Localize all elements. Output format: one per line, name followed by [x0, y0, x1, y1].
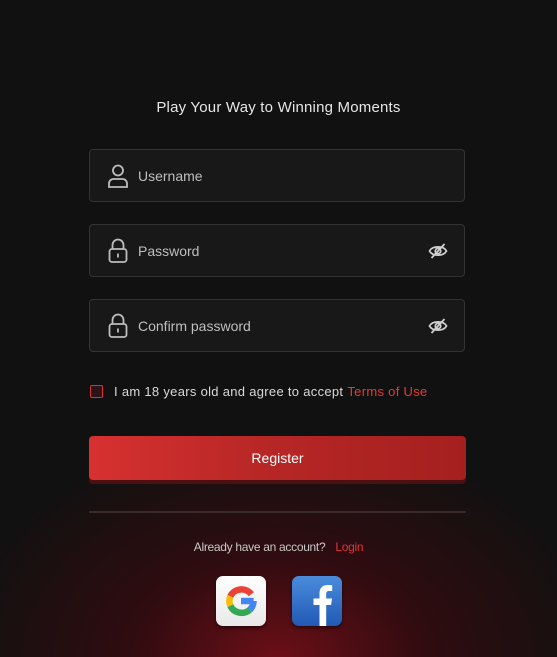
agree-row: I am 18 years old and agree to accept Te… [90, 383, 428, 399]
lock-icon [106, 313, 130, 339]
username-input[interactable] [138, 150, 408, 201]
username-field[interactable] [89, 149, 465, 202]
terms-of-use-link[interactable]: Terms of Use [347, 384, 427, 399]
divider [89, 511, 466, 513]
lock-icon [106, 238, 130, 264]
facebook-login-button[interactable] [292, 576, 342, 626]
login-row: Already have an account? Login [0, 540, 557, 554]
login-prompt: Already have an account? [193, 540, 326, 554]
agree-checkbox[interactable] [90, 384, 103, 398]
agree-text: I am 18 years old and agree to accept [114, 383, 344, 399]
facebook-icon [292, 576, 342, 626]
confirm-password-input[interactable] [138, 300, 408, 351]
page-title: Play Your Way to Winning Moments [156, 99, 401, 116]
password-input[interactable] [138, 225, 408, 276]
login-link[interactable]: Login [335, 540, 363, 554]
eye-slash-icon[interactable] [428, 316, 448, 336]
confirm-password-field[interactable] [89, 299, 465, 352]
register-button[interactable]: Register [89, 436, 466, 480]
user-icon [106, 163, 130, 189]
password-field[interactable] [89, 224, 465, 277]
eye-slash-icon[interactable] [428, 241, 448, 261]
google-login-button[interactable] [216, 576, 266, 626]
google-icon [216, 576, 266, 626]
